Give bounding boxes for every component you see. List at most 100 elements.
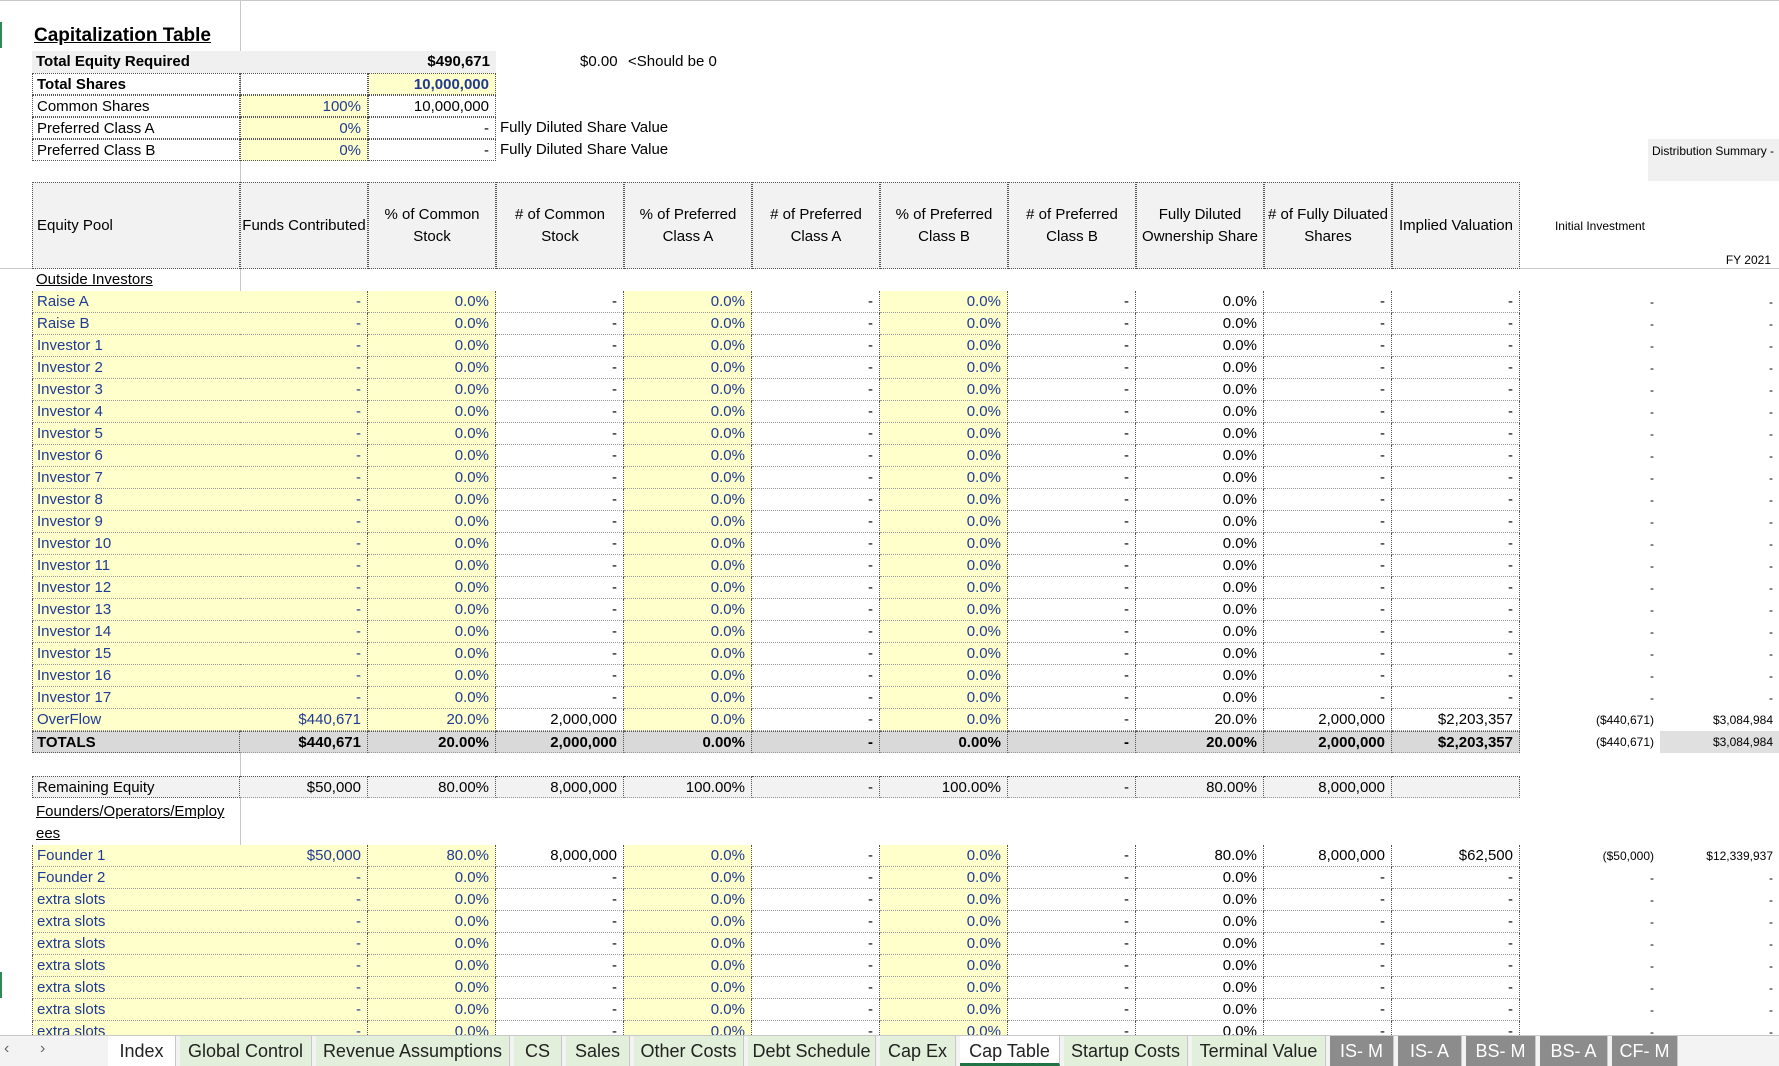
cell-pc[interactable]: 0.0% (368, 379, 496, 401)
cell-funds[interactable]: - (240, 687, 368, 709)
fy-cell[interactable]: - (1660, 999, 1779, 1021)
cell-nc[interactable]: - (496, 911, 624, 933)
cell-pb[interactable]: 0.0% (880, 621, 1008, 643)
cell-pc[interactable]: 0.0% (368, 867, 496, 889)
fy-cell[interactable]: - (1660, 379, 1779, 401)
cell-pa[interactable]: 0.0% (624, 1021, 752, 1035)
cell-pc[interactable]: 0.0% (368, 999, 496, 1021)
cell-nb[interactable]: - (1008, 599, 1136, 621)
cell-iv[interactable]: - (1392, 643, 1520, 665)
fy-cell[interactable]: - (1660, 357, 1779, 379)
cell-nfd[interactable]: - (1264, 423, 1392, 445)
cell-nb[interactable]: - (1008, 577, 1136, 599)
fy-cell[interactable]: - (1660, 977, 1779, 999)
initial-investment-cell[interactable]: - (1560, 911, 1660, 933)
cell-nc[interactable]: - (496, 533, 624, 555)
cell-nb[interactable]: - (1008, 1021, 1136, 1035)
fy-cell[interactable]: - (1660, 911, 1779, 933)
fy-cell[interactable]: - (1660, 511, 1779, 533)
cell-fd[interactable]: 0.0% (1136, 933, 1264, 955)
cell-iv[interactable]: - (1392, 291, 1520, 313)
cell-na[interactable]: - (752, 577, 880, 599)
cell-nb[interactable]: - (1008, 911, 1136, 933)
cell-funds[interactable]: - (240, 1021, 368, 1035)
cell-pb[interactable]: 0.0% (880, 709, 1008, 731)
chevron-left-icon[interactable]: ‹ (4, 1040, 9, 1058)
cell-nfd[interactable]: - (1264, 977, 1392, 999)
cell-nb[interactable]: - (1008, 533, 1136, 555)
sheet-tab-debt-schedule[interactable]: Debt Schedule (748, 1036, 876, 1066)
cell-pa[interactable]: 0.0% (624, 291, 752, 313)
cell-iv[interactable]: - (1392, 357, 1520, 379)
cell-nfd[interactable]: - (1264, 577, 1392, 599)
cell-nb[interactable]: - (1008, 621, 1136, 643)
cell-nb[interactable]: - (1008, 445, 1136, 467)
cell-pc[interactable]: 0.0% (368, 687, 496, 709)
cell-pc[interactable]: 0.0% (368, 511, 496, 533)
cell[interactable] (240, 51, 368, 73)
cell-fd[interactable]: 20.00% (1136, 731, 1264, 753)
cell-pa[interactable]: 0.0% (624, 643, 752, 665)
cell-pc[interactable]: 0.0% (368, 423, 496, 445)
cell-fd[interactable]: 0.0% (1136, 423, 1264, 445)
cell-pa[interactable]: 0.0% (624, 889, 752, 911)
total-equity-value[interactable]: $490,671 (368, 51, 496, 73)
cell-pb[interactable]: 0.0% (880, 555, 1008, 577)
cell-pa[interactable]: 0.0% (624, 357, 752, 379)
cell-nb[interactable]: - (1008, 709, 1136, 731)
cell-nfd[interactable]: - (1264, 555, 1392, 577)
cell-pb[interactable]: 0.0% (880, 867, 1008, 889)
chevron-right-icon[interactable]: › (40, 1040, 45, 1058)
cell-nfd[interactable]: - (1264, 401, 1392, 423)
cell-fd[interactable]: 0.0% (1136, 357, 1264, 379)
cell-pc[interactable]: 80.00% (368, 776, 496, 798)
cell-nc[interactable]: - (496, 401, 624, 423)
pref-a-pct-input[interactable]: 0% (240, 117, 368, 139)
cell-pa[interactable]: 0.0% (624, 999, 752, 1021)
cell-nc[interactable]: 8,000,000 (496, 845, 624, 867)
cell-nb[interactable]: - (1008, 955, 1136, 977)
initial-investment-cell[interactable]: - (1560, 621, 1660, 643)
cell-na[interactable]: - (752, 687, 880, 709)
fy-cell[interactable]: - (1660, 401, 1779, 423)
total-shares-value[interactable]: 10,000,000 (368, 73, 496, 95)
cell-funds[interactable]: - (240, 577, 368, 599)
cell-nc[interactable]: - (496, 489, 624, 511)
cell-funds[interactable]: - (240, 999, 368, 1021)
cell-iv[interactable]: - (1392, 423, 1520, 445)
cell-pb[interactable]: 0.00% (880, 731, 1008, 753)
cell-nc[interactable]: - (496, 665, 624, 687)
cell-pb[interactable]: 0.0% (880, 467, 1008, 489)
cell-pb[interactable]: 0.0% (880, 511, 1008, 533)
cell-nb[interactable]: - (1008, 889, 1136, 911)
fy-cell[interactable]: - (1660, 889, 1779, 911)
cell-nb[interactable]: - (1008, 977, 1136, 999)
cell-nfd[interactable]: - (1264, 665, 1392, 687)
cell-pc[interactable]: 0.0% (368, 401, 496, 423)
cell-pa[interactable]: 0.0% (624, 845, 752, 867)
cell-nc[interactable]: 2,000,000 (496, 731, 624, 753)
fy-cell[interactable]: - (1660, 313, 1779, 335)
cell-funds[interactable]: - (240, 643, 368, 665)
cell-pb[interactable]: 0.0% (880, 379, 1008, 401)
cell-fd[interactable]: 0.0% (1136, 577, 1264, 599)
cell-pa[interactable]: 0.0% (624, 489, 752, 511)
cell-iv[interactable]: - (1392, 533, 1520, 555)
cell-pa[interactable]: 0.0% (624, 423, 752, 445)
cell-funds[interactable]: $50,000 (240, 776, 368, 798)
cell-nc[interactable]: - (496, 687, 624, 709)
cell-pc[interactable]: 0.0% (368, 577, 496, 599)
cell-fd[interactable]: 0.0% (1136, 335, 1264, 357)
fy-cell[interactable]: - (1660, 533, 1779, 555)
cell-pb[interactable]: 0.0% (880, 1021, 1008, 1035)
sheet-tab-cs[interactable]: CS (514, 1036, 562, 1066)
fy-cell[interactable]: - (1660, 555, 1779, 577)
cell-pa[interactable]: 0.0% (624, 335, 752, 357)
cell-nb[interactable]: - (1008, 401, 1136, 423)
cell-nc[interactable]: - (496, 1021, 624, 1035)
cell-pb[interactable]: 0.0% (880, 423, 1008, 445)
cell-nc[interactable]: 8,000,000 (496, 776, 624, 798)
fy-cell[interactable]: - (1660, 867, 1779, 889)
cell-funds[interactable]: - (240, 467, 368, 489)
cell-fd[interactable]: 0.0% (1136, 621, 1264, 643)
